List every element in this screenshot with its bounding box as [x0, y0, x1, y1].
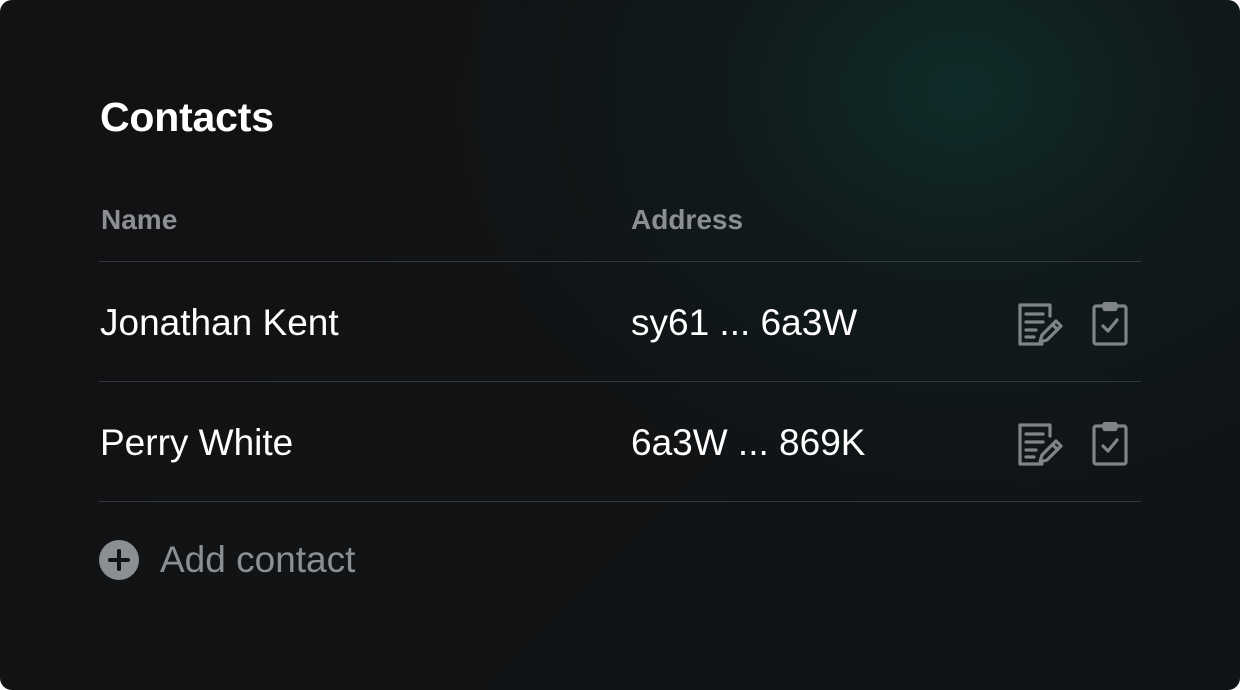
- contact-address: sy61 ... 6a3W: [631, 302, 858, 343]
- contact-name: Jonathan Kent: [100, 302, 339, 343]
- contacts-panel: Contacts Name Address Jonathan Kent sy61…: [0, 0, 1240, 690]
- add-contact-label: Add contact: [160, 539, 356, 580]
- edit-icon: [1018, 423, 1063, 466]
- table-header: Name Address: [99, 190, 1141, 262]
- copy-address-button[interactable]: [1086, 422, 1134, 466]
- page-title: Contacts: [100, 94, 274, 140]
- add-contact-button[interactable]: Add contact: [99, 538, 355, 582]
- contacts-table: Name Address Jonathan Kent sy61 ... 6a3W: [99, 190, 1141, 502]
- edit-contact-button[interactable]: [1016, 422, 1064, 466]
- table-row: Perry White 6a3W ... 869K: [99, 382, 1141, 502]
- edit-icon: [1018, 303, 1063, 346]
- edit-contact-button[interactable]: [1016, 302, 1064, 346]
- column-header-name: Name: [101, 204, 178, 235]
- clipboard-check-icon: [1092, 302, 1128, 346]
- plus-circle-icon: [99, 540, 139, 580]
- copy-address-button[interactable]: [1086, 302, 1134, 346]
- contact-name: Perry White: [100, 422, 294, 463]
- column-header-address: Address: [631, 204, 744, 235]
- clipboard-check-icon: [1092, 422, 1128, 466]
- table-row: Jonathan Kent sy61 ... 6a3W: [99, 262, 1141, 382]
- contact-address: 6a3W ... 869K: [631, 422, 866, 463]
